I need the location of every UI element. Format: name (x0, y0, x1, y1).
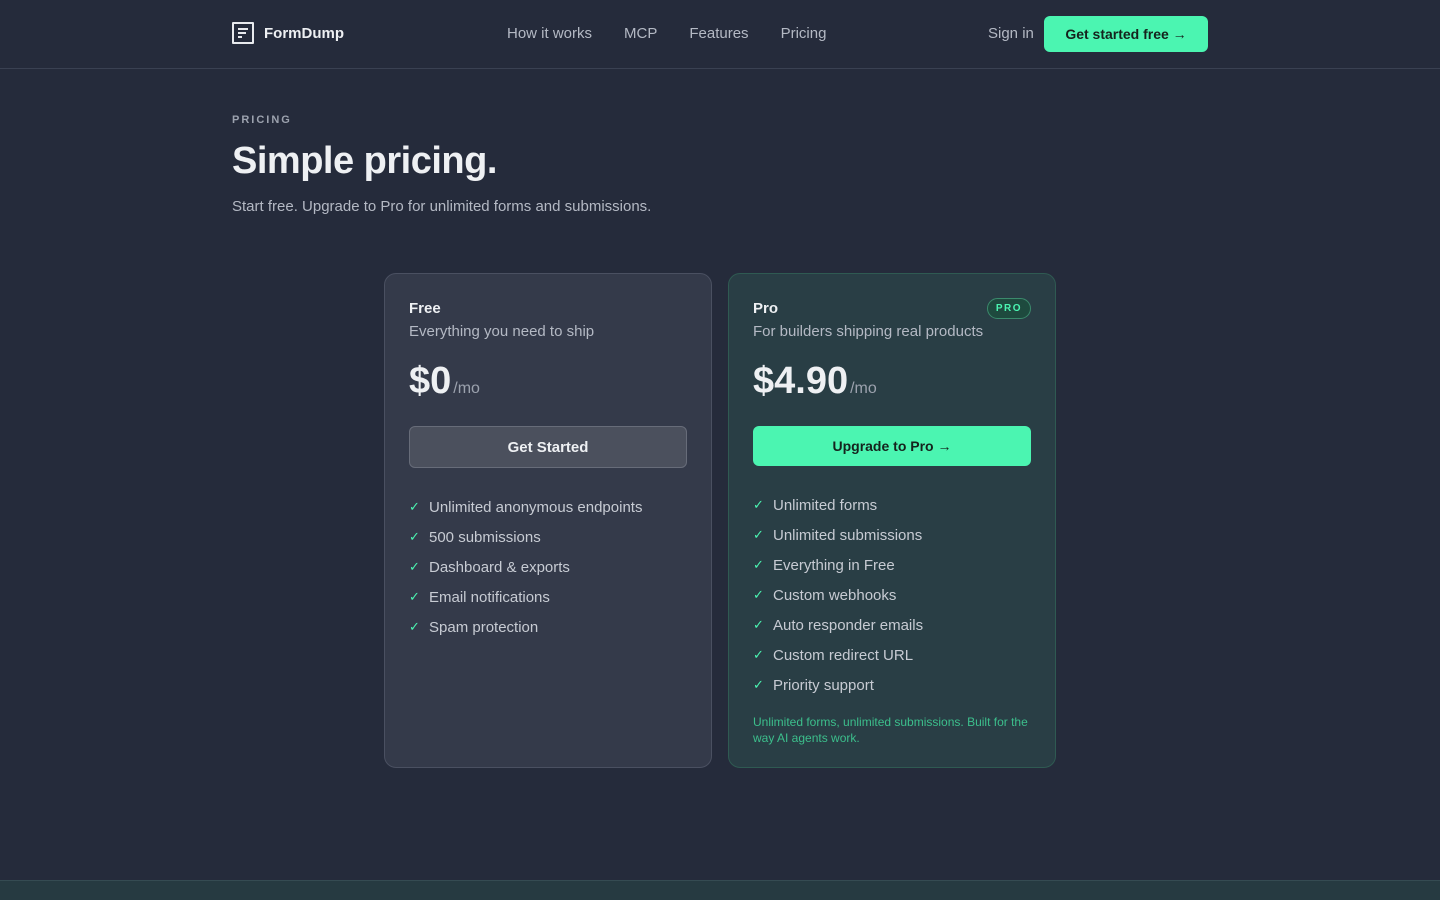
site-header: FormDump How it works MCP Features Prici… (0, 0, 1440, 69)
list-item: ✓ Auto responder emails (753, 610, 1031, 640)
section-eyebrow: PRICING (232, 114, 292, 126)
check-icon: ✓ (409, 529, 420, 544)
free-feature-list: ✓ Unlimited anonymous endpoints ✓ 500 subm… (409, 492, 687, 642)
page-subtitle: Start free. Upgrade to Pro for unlimited… (232, 198, 652, 215)
feature-label: Email notifications (429, 588, 550, 606)
list-item: ✓ Everything in Free (753, 550, 1031, 580)
feature-label: Custom redirect URL (773, 646, 914, 664)
list-item: ✓ Email notifications (409, 582, 687, 612)
feature-label: Dashboard & exports (429, 558, 570, 576)
check-icon: ✓ (753, 497, 764, 512)
list-item: ✓ Spam protection (409, 612, 687, 642)
check-icon: ✓ (753, 557, 764, 572)
check-icon: ✓ (409, 559, 420, 574)
pro-badge: PRO (986, 298, 1031, 319)
check-icon: ✓ (753, 617, 764, 632)
logo-name: FormDump (264, 24, 344, 42)
nav-item-how-it-works[interactable]: How it works (507, 25, 592, 42)
pro-plan-card: Pro PRO For builders shipping real produ… (728, 273, 1056, 768)
main-nav: How it works MCP Features Pricing (507, 25, 826, 42)
feature-label: Unlimited forms (773, 496, 878, 514)
list-item: ✓ Priority support (753, 670, 1031, 700)
check-icon: ✓ (409, 619, 420, 634)
get-started-button[interactable]: Get Started (409, 426, 687, 468)
feature-label: 500 submissions (429, 528, 541, 546)
list-item: ✓ Unlimited submissions (753, 520, 1031, 550)
form-document-icon (232, 22, 254, 44)
nav-item-features[interactable]: Features (689, 25, 748, 42)
list-item: ✓ Unlimited forms (753, 490, 1031, 520)
check-icon: ✓ (409, 589, 420, 604)
free-plan-card: Free Everything you need to ship $0 /mo … (384, 273, 712, 768)
pro-feature-list: ✓ Unlimited forms ✓ Unlimited submissions … (753, 490, 1031, 700)
list-item: ✓ Custom webhooks (753, 580, 1031, 610)
page-title: Simple pricing. (232, 140, 497, 182)
footer-bar (0, 880, 1440, 900)
plan-name: Free (409, 300, 441, 317)
plan-period: /mo (850, 380, 877, 397)
plan-price: $0 (409, 360, 452, 402)
pro-note: Unlimited forms, unlimited submissions. … (753, 715, 1028, 745)
list-item: ✓ Unlimited anonymous endpoints (409, 492, 687, 522)
price-row: $0 /mo (409, 360, 687, 406)
check-icon: ✓ (753, 677, 764, 692)
plan-price: $4.90 (753, 360, 849, 402)
price-row: $4.90 /mo (753, 360, 1031, 406)
feature-label: Priority support (773, 676, 874, 694)
feature-label: Unlimited anonymous endpoints (429, 498, 643, 516)
nav-item-mcp[interactable]: MCP (624, 25, 657, 42)
list-item: ✓ 500 submissions (409, 522, 687, 552)
nav-item-pricing[interactable]: Pricing (781, 25, 827, 42)
feature-label: Auto responder emails (773, 616, 924, 634)
feature-label: Everything in Free (773, 556, 895, 574)
check-icon: ✓ (753, 527, 764, 542)
plan-description: For builders shipping real products (753, 323, 984, 340)
feature-label: Custom webhooks (773, 586, 897, 604)
list-item: ✓ Custom redirect URL (753, 640, 1031, 670)
check-icon: ✓ (753, 587, 764, 602)
sign-in-link[interactable]: Sign in (988, 25, 1034, 42)
plan-description: Everything you need to ship (409, 323, 595, 340)
feature-label: Spam protection (429, 618, 539, 636)
logo[interactable]: FormDump (232, 22, 344, 44)
feature-label: Unlimited submissions (773, 526, 923, 544)
check-icon: ✓ (409, 499, 420, 514)
upgrade-to-pro-button[interactable]: Upgrade to Pro → (753, 426, 1031, 466)
check-icon: ✓ (753, 647, 764, 662)
list-item: ✓ Dashboard & exports (409, 552, 687, 582)
plan-period: /mo (453, 380, 480, 397)
get-started-free-button[interactable]: Get started free → (1044, 16, 1208, 52)
